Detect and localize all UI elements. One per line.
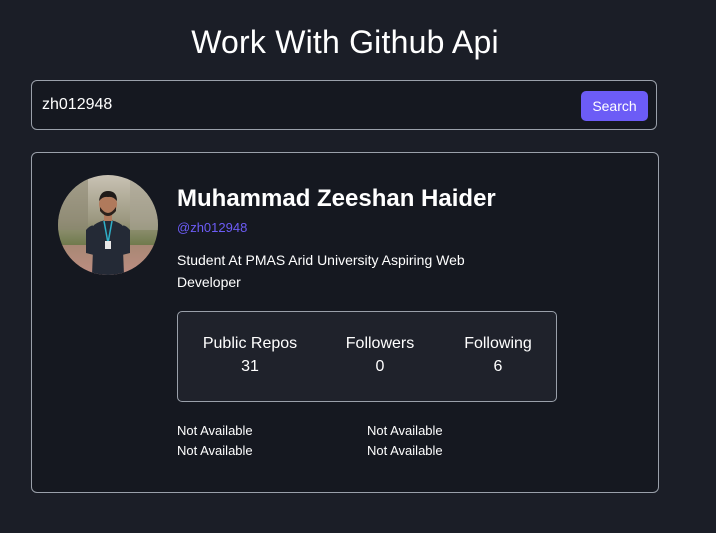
stats-box: Public Repos 31 Followers 0 Following 6	[177, 311, 557, 402]
profile-card: Muhammad Zeeshan Haider @zh012948 Studen…	[31, 152, 659, 493]
search-button[interactable]: Search	[581, 91, 648, 121]
search-input[interactable]	[42, 93, 562, 117]
profile-login-link[interactable]: @zh012948	[177, 220, 247, 235]
profile-bio: Student At PMAS Arid University Aspiring…	[177, 252, 465, 290]
stat-public-repos: Public Repos 31	[190, 333, 310, 379]
search-bar: Search	[31, 80, 657, 130]
stat-following: Following 6	[448, 333, 548, 379]
avatar	[58, 175, 158, 275]
profile-name: Muhammad Zeeshan Haider	[177, 185, 496, 212]
stat-value: 6	[493, 358, 503, 375]
stat-followers: Followers 0	[330, 333, 430, 379]
stat-value: 0	[375, 358, 385, 375]
info-field-1: Not Available	[177, 423, 253, 438]
page-title: Work With Github Api	[191, 24, 499, 60]
avatar-photo	[58, 175, 158, 275]
stat-label: Following	[464, 335, 532, 352]
info-field-2: Not Available	[367, 423, 443, 438]
stat-label: Public Repos	[202, 335, 298, 352]
stat-value: 31	[241, 358, 259, 375]
info-field-4: Not Available	[367, 443, 443, 458]
stat-label: Followers	[345, 335, 415, 352]
info-field-3: Not Available	[177, 443, 253, 458]
